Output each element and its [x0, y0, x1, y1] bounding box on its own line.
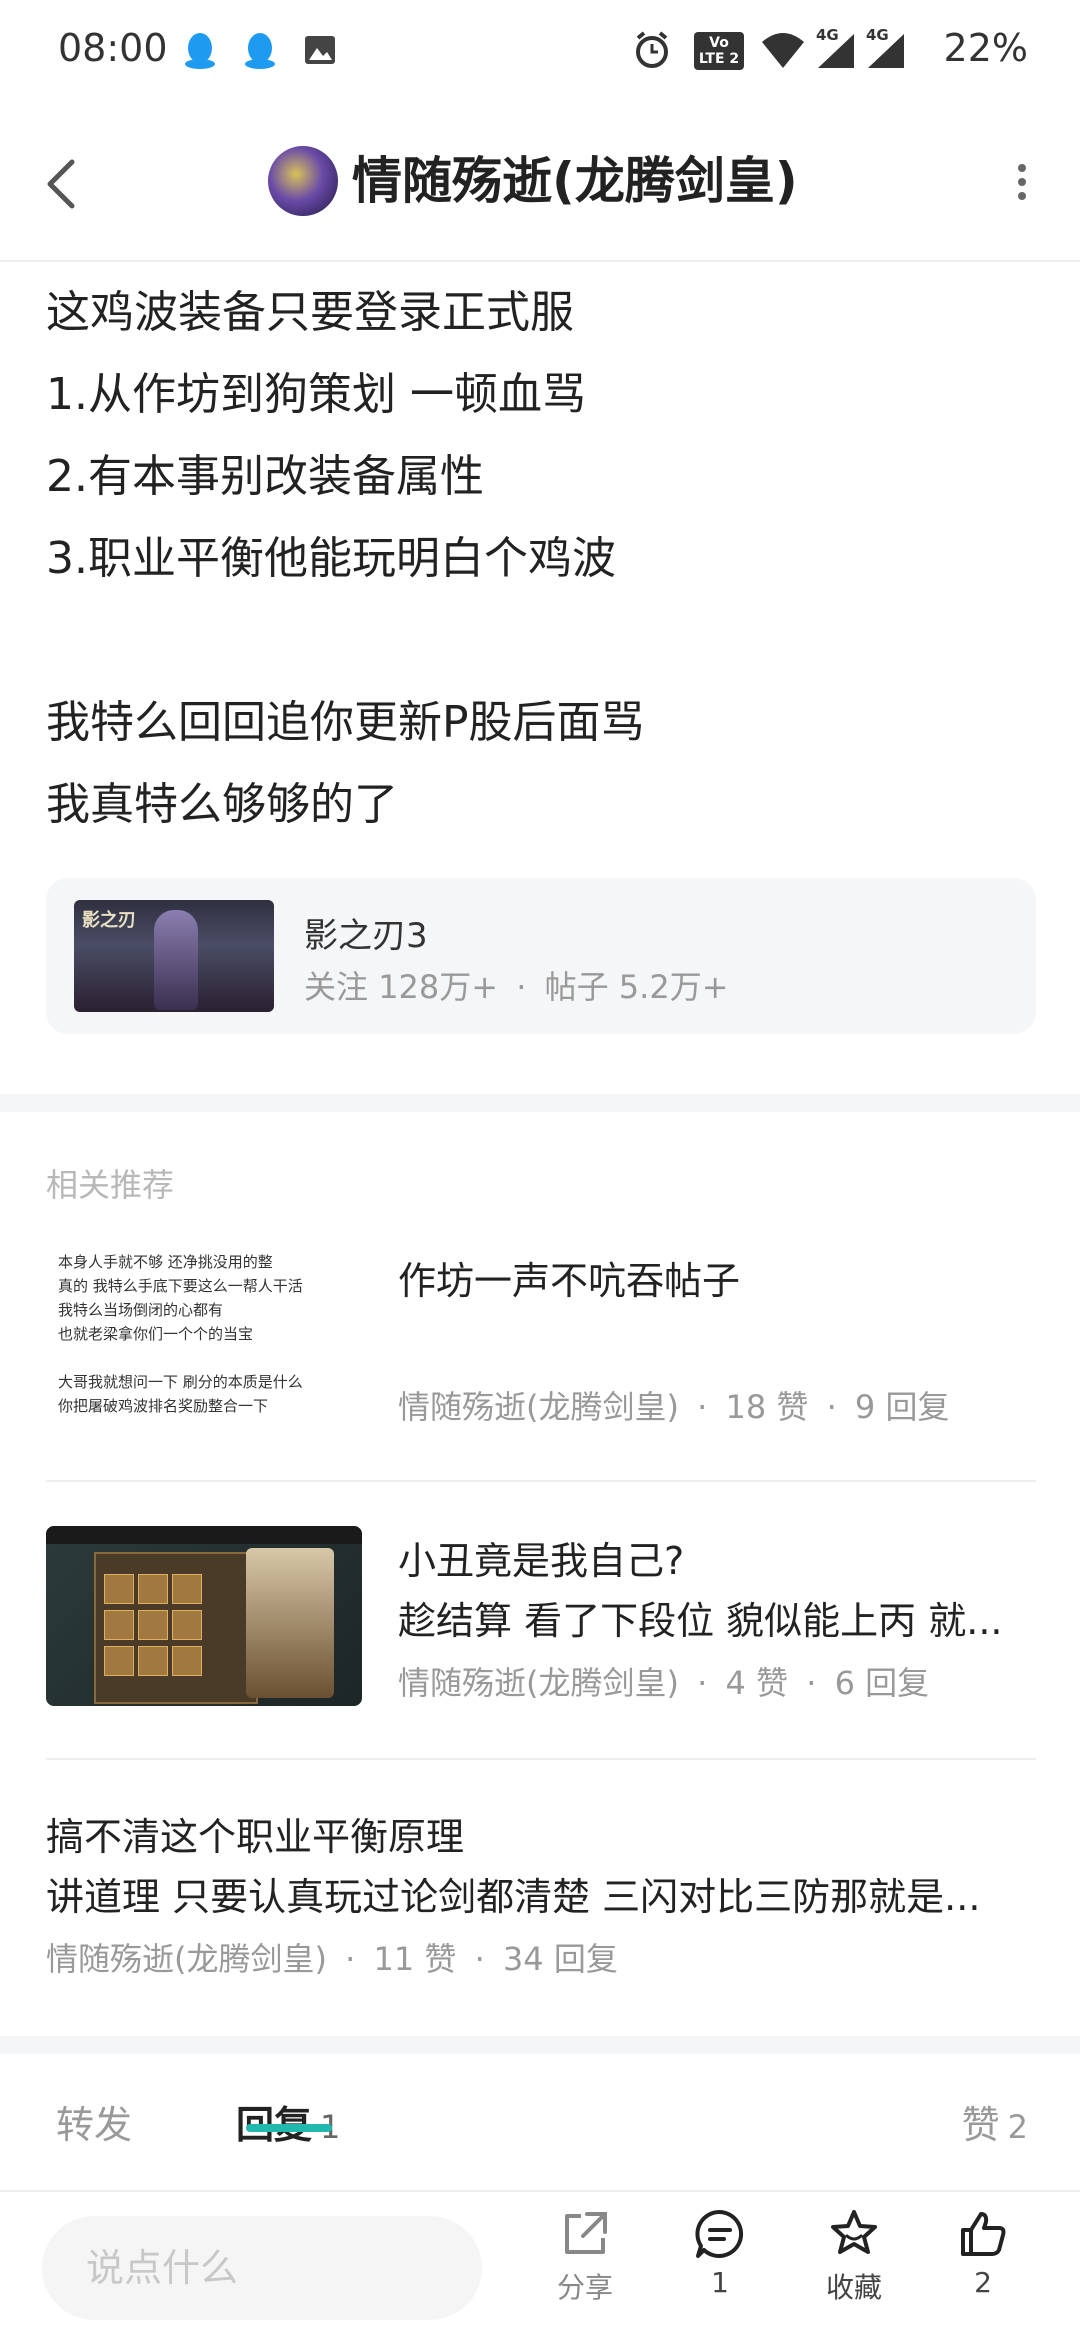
- author-avatar[interactable]: [268, 146, 338, 216]
- section-separator: [0, 1094, 1080, 1112]
- thumbs-up-icon: [961, 2212, 1006, 2256]
- list-divider: [46, 1480, 1036, 1482]
- star-icon: [831, 2210, 877, 2254]
- related-section-label: 相关推荐: [46, 1166, 175, 1204]
- volte-icon: Vo LTE 2: [694, 32, 744, 70]
- comment-count: 1: [711, 2266, 729, 2299]
- favorite-button[interactable]: 收藏: [799, 2206, 909, 2336]
- like-button[interactable]: 2: [928, 2206, 1038, 2336]
- alarm-icon: [636, 31, 668, 68]
- related-item-title[interactable]: 作坊一声不吭吞帖子: [398, 1250, 740, 1305]
- related-item-title[interactable]: 搞不清这个职业平衡原理: [46, 1806, 464, 1861]
- network-label: 4G: [866, 26, 889, 44]
- like-count: 2: [974, 2266, 992, 2299]
- related-item-meta: 情随殇逝(龙腾剑皇) · 18 赞 · 9 回复: [398, 1388, 950, 1426]
- wifi-icon: [762, 33, 804, 68]
- related-item-author: 情随殇逝(龙腾剑皇): [398, 1388, 679, 1426]
- related-item-thumbnail[interactable]: [46, 1526, 362, 1706]
- related-item-author: 情随殇逝(龙腾剑皇): [46, 1940, 327, 1978]
- qq-icon: [185, 33, 215, 69]
- share-label: 分享: [556, 2271, 613, 2304]
- tab-like[interactable]: 赞2: [962, 2094, 1028, 2149]
- related-item-replies: 9 回复: [854, 1388, 950, 1426]
- tab-repost[interactable]: 转发: [56, 2094, 132, 2149]
- tab-reply[interactable]: 回复1: [236, 2094, 340, 2149]
- follow-count: 128万+: [378, 968, 499, 1006]
- forum-stats: 关注 128万+ · 帖子 5.2万+: [304, 962, 729, 1008]
- tab-like-count: 2: [1007, 2108, 1028, 2146]
- status-bar: 08:00 Vo LTE 2 4G 4G 22%: [0, 0, 1080, 100]
- thumb-text-line: 真的 我特么手底下要这么一帮人干活: [58, 1277, 303, 1295]
- page-title[interactable]: 情随殇逝(龙腾剑皇): [352, 146, 798, 216]
- forum-name: 影之刃3: [304, 916, 428, 956]
- post-line: 我真特么够够的了: [46, 779, 398, 830]
- follow-label: 关注: [304, 968, 369, 1006]
- battery-level: 22%: [943, 26, 1028, 70]
- related-item-author: 情随殇逝(龙腾剑皇): [398, 1664, 679, 1702]
- more-options-icon[interactable]: [1016, 162, 1028, 202]
- related-item-meta: 情随殇逝(龙腾剑皇) · 4 赞 · 6 回复: [398, 1664, 930, 1702]
- thumb-text-line: 本身人手就不够 还净挑没用的整: [58, 1253, 273, 1271]
- related-item-likes: 11 赞: [373, 1940, 457, 1978]
- interaction-tabs: 转发 回复1 赞2: [0, 2072, 1080, 2190]
- thumb-text-line: 也就老梁拿你们一个个的当宝: [58, 1325, 254, 1343]
- related-item-replies: 34 回复: [502, 1940, 618, 1978]
- post-line: 2.有本事别改装备属性: [46, 451, 484, 502]
- comment-button[interactable]: 1: [665, 2206, 775, 2336]
- related-item-likes: 4 赞: [725, 1664, 789, 1702]
- thumb-text-line: [58, 1346, 368, 1370]
- related-item-snippet[interactable]: 讲道理 只要认真玩过论剑都清楚 三闪对比三防那就是...: [46, 1866, 1016, 1921]
- share-icon: [565, 2212, 607, 2254]
- related-item-title[interactable]: 小丑竟是我自己?: [398, 1530, 684, 1585]
- app-header: 情随殇逝(龙腾剑皇): [0, 100, 1080, 262]
- forum-card[interactable]: 影之刃 影之刃3 关注 128万+ · 帖子 5.2万+: [46, 878, 1036, 1034]
- related-item-meta: 情随殇逝(龙腾剑皇) · 11 赞 · 34 回复: [46, 1940, 618, 1978]
- thumb-text-line: 你把屠破鸡波排名奖励整合一下: [58, 1397, 269, 1415]
- bottom-action-bar: 分享 1 收藏 2: [0, 2190, 1080, 2342]
- meta-dot: ·: [516, 968, 527, 1006]
- post-line: 1.从作坊到狗策划 一顿血骂: [46, 369, 586, 420]
- favorite-label: 收藏: [825, 2271, 882, 2304]
- thumb-text-line: 我特么当场倒闭的心都有: [58, 1301, 224, 1319]
- posts-count: 5.2万+: [618, 968, 729, 1006]
- network-label: 4G: [816, 26, 839, 44]
- active-tab-indicator: [246, 2124, 332, 2132]
- post-line: 这鸡波装备只要登录正式服: [46, 287, 574, 338]
- comment-input[interactable]: [42, 2216, 482, 2320]
- posts-label: 帖子: [544, 968, 609, 1006]
- related-item-replies: 6 回复: [834, 1664, 930, 1702]
- section-separator: [0, 2036, 1080, 2054]
- status-time: 08:00: [58, 26, 168, 70]
- thumb-text-line: 大哥我就想问一下 刷分的本质是什么: [58, 1373, 303, 1391]
- forum-thumbnail: 影之刃: [74, 900, 274, 1012]
- forum-thumb-logo: 影之刃: [82, 910, 136, 931]
- post-line: 3.职业平衡他能玩明白个鸡波: [46, 533, 616, 584]
- related-item-thumbnail[interactable]: 本身人手就不够 还净挑没用的整 真的 我特么手底下要这么一帮人干活 我特么当场倒…: [58, 1250, 368, 1430]
- back-arrow-icon[interactable]: [40, 156, 84, 212]
- qq-icon: [245, 33, 275, 69]
- related-item-snippet[interactable]: 趁结算 看了下段位 貌似能上丙 就...: [398, 1590, 1018, 1645]
- post-line: 我特么回回追你更新P股后面骂: [46, 697, 645, 748]
- comment-bubble-icon: [695, 2209, 744, 2258]
- related-item-likes: 18 赞: [725, 1388, 809, 1426]
- tab-like-label: 赞: [961, 2103, 1000, 2147]
- list-divider: [46, 1758, 1036, 1760]
- gallery-icon: [305, 36, 335, 64]
- share-button[interactable]: 分享: [530, 2206, 640, 2336]
